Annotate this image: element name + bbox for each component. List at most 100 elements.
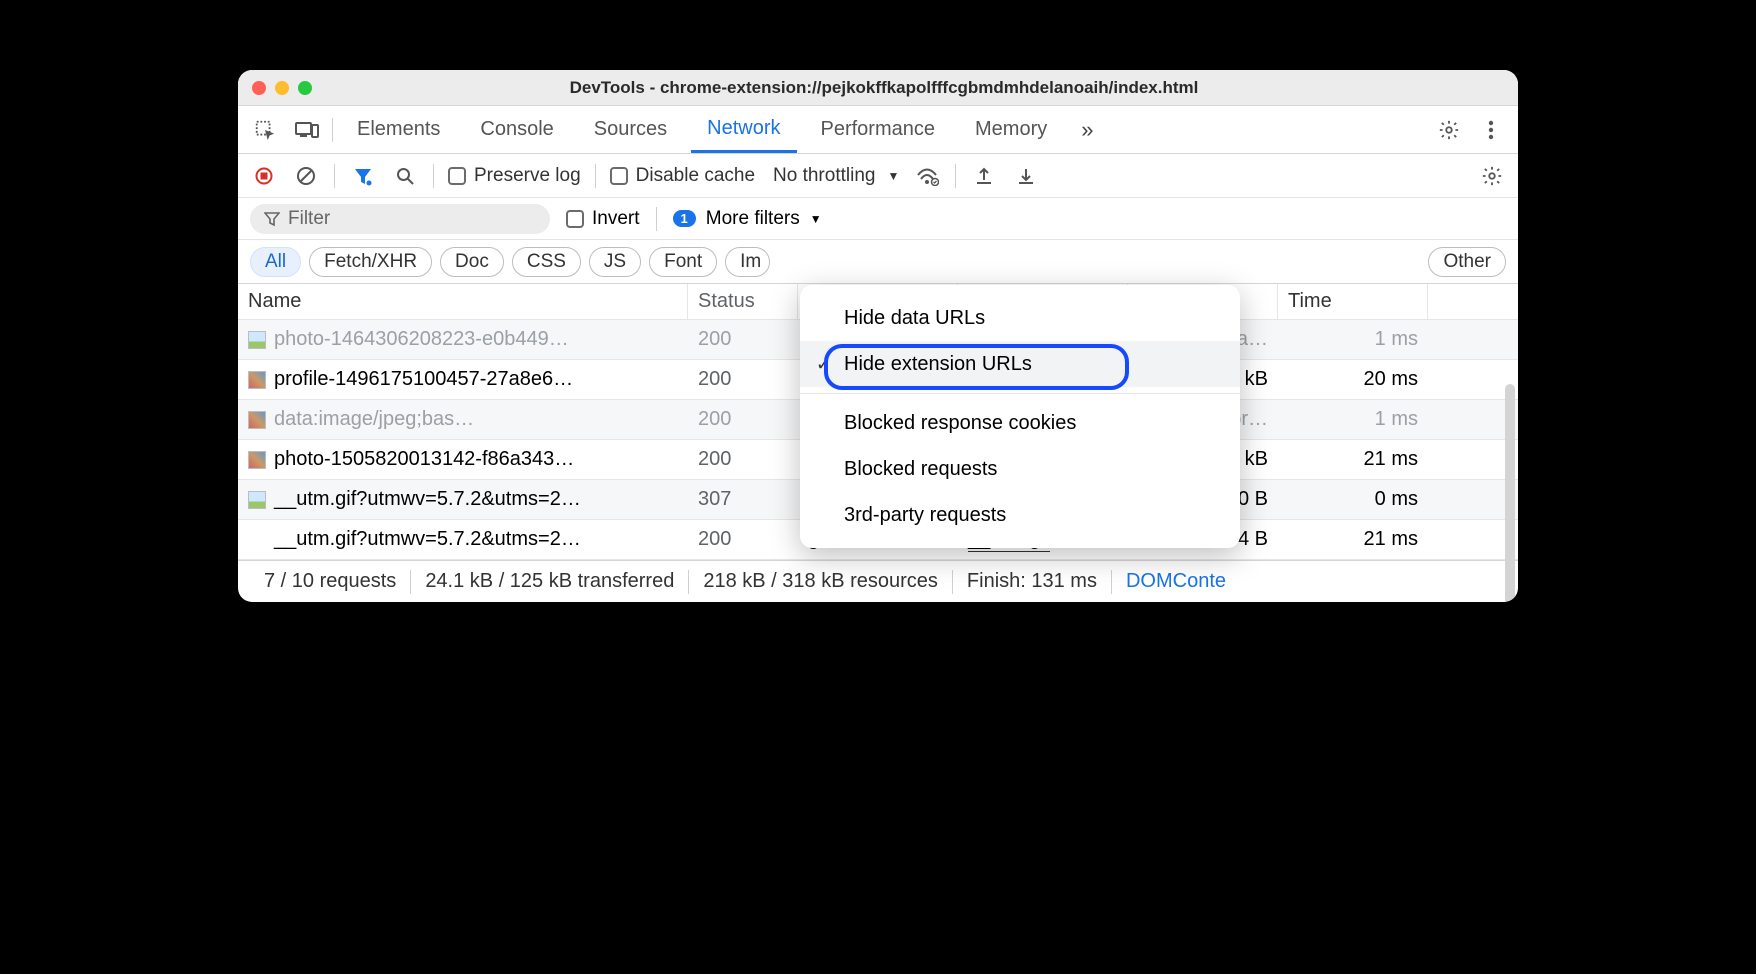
file-icon — [248, 331, 266, 349]
request-name: __utm.gif?utmwv=5.7.2&utms=2… — [274, 528, 581, 551]
more-filters-dropdown[interactable]: 1 More filters ▼ — [673, 208, 822, 230]
request-name: profile-1496175100457-27a8e6… — [274, 368, 573, 391]
search-icon[interactable] — [391, 162, 419, 190]
separator — [334, 164, 335, 188]
invert-checkbox[interactable]: Invert — [566, 208, 640, 230]
invert-label: Invert — [592, 208, 640, 230]
request-time: 21 ms — [1278, 520, 1428, 559]
chip-img[interactable]: Im — [725, 247, 770, 277]
traffic-lights — [252, 81, 312, 95]
request-name: photo-1505820013142-f86a343… — [274, 448, 574, 471]
more-filters-label: More filters — [706, 208, 800, 230]
separator — [595, 164, 596, 188]
zoom-window-button[interactable] — [298, 81, 312, 95]
request-name: data:image/jpeg;bas… — [274, 408, 474, 431]
request-status: 200 — [688, 520, 798, 559]
request-time: 0 ms — [1278, 480, 1428, 519]
network-conditions-icon[interactable] — [913, 162, 941, 190]
status-transferred: 24.1 kB / 125 kB transferred — [411, 570, 688, 593]
funnel-icon — [264, 211, 280, 227]
menu-item[interactable]: 3rd-party requests — [800, 492, 1240, 538]
file-icon — [248, 491, 266, 509]
throttling-select[interactable]: No throttling ▼ — [773, 165, 899, 187]
status-finish: Finish: 131 ms — [953, 570, 1111, 593]
chip-css[interactable]: CSS — [512, 247, 581, 277]
scrollbar[interactable] — [1505, 384, 1515, 602]
checkbox-icon — [448, 167, 466, 185]
request-time: 20 ms — [1278, 360, 1428, 399]
upload-har-icon[interactable] — [970, 162, 998, 190]
separator — [332, 118, 333, 142]
throttling-value: No throttling — [773, 165, 875, 187]
chip-js[interactable]: JS — [589, 247, 641, 277]
request-status: 200 — [688, 320, 798, 359]
menu-item[interactable]: Blocked response cookies — [800, 400, 1240, 446]
minimize-window-button[interactable] — [275, 81, 289, 95]
kebab-menu-icon[interactable] — [1474, 113, 1508, 147]
download-har-icon[interactable] — [1012, 162, 1040, 190]
inspect-icon[interactable] — [248, 113, 282, 147]
chevron-down-icon: ▼ — [810, 212, 822, 226]
more-filters-menu: Hide data URLsHide extension URLs Blocked… — [800, 285, 1240, 548]
separator — [955, 164, 956, 188]
panel-tabs: Elements Console Sources Network Perform… — [238, 106, 1518, 154]
status-bar: 7 / 10 requests 24.1 kB / 125 kB transfe… — [238, 560, 1518, 602]
request-time: 1 ms — [1278, 320, 1428, 359]
more-tabs-button[interactable]: » — [1071, 117, 1103, 143]
filter-row: Filter Invert 1 More filters ▼ — [238, 198, 1518, 240]
preserve-log-label: Preserve log — [474, 165, 581, 187]
checkbox-icon — [610, 167, 628, 185]
tab-performance[interactable]: Performance — [805, 106, 952, 153]
chip-other[interactable]: Other — [1428, 247, 1506, 277]
filter-placeholder: Filter — [288, 208, 330, 230]
chip-fetch-xhr[interactable]: Fetch/XHR — [309, 247, 432, 277]
tab-sources[interactable]: Sources — [578, 106, 683, 153]
window-title: DevTools - chrome-extension://pejkokffka… — [312, 78, 1456, 98]
record-button[interactable] — [250, 162, 278, 190]
file-icon — [248, 411, 266, 429]
checkbox-icon — [566, 210, 584, 228]
tab-network[interactable]: Network — [691, 106, 796, 153]
devtools-window: DevTools - chrome-extension://pejkokffka… — [238, 70, 1518, 602]
request-status: 200 — [688, 360, 798, 399]
col-time[interactable]: Time — [1278, 284, 1428, 319]
request-status: 200 — [688, 400, 798, 439]
settings-icon[interactable] — [1432, 113, 1466, 147]
chip-font[interactable]: Font — [649, 247, 717, 277]
col-status[interactable]: Status — [688, 284, 798, 319]
clear-button[interactable] — [292, 162, 320, 190]
file-icon — [248, 451, 266, 469]
tab-memory[interactable]: Memory — [959, 106, 1063, 153]
network-settings-icon[interactable] — [1478, 162, 1506, 190]
preserve-log-checkbox[interactable]: Preserve log — [448, 165, 581, 187]
filter-count-badge: 1 — [673, 210, 696, 227]
resource-type-filter: All Fetch/XHR Doc CSS JS Font Im Other — [238, 240, 1518, 284]
device-toolbar-icon[interactable] — [290, 113, 324, 147]
request-status: 307 — [688, 480, 798, 519]
close-window-button[interactable] — [252, 81, 266, 95]
separator — [656, 207, 657, 231]
separator — [433, 164, 434, 188]
status-requests: 7 / 10 requests — [250, 570, 410, 593]
chevron-down-icon: ▼ — [887, 169, 899, 183]
request-status: 200 — [688, 440, 798, 479]
menu-item[interactable]: Hide data URLs — [800, 295, 1240, 341]
tab-console[interactable]: Console — [464, 106, 569, 153]
menu-separator — [800, 393, 1240, 394]
titlebar: DevTools - chrome-extension://pejkokffka… — [238, 70, 1518, 106]
filter-input[interactable]: Filter — [250, 204, 550, 234]
tab-elements[interactable]: Elements — [341, 106, 456, 153]
request-name: photo-1464306208223-e0b449… — [274, 328, 569, 351]
filter-toggle-icon[interactable] — [349, 162, 377, 190]
menu-item[interactable]: Blocked requests — [800, 446, 1240, 492]
request-name: __utm.gif?utmwv=5.7.2&utms=2… — [274, 488, 581, 511]
menu-item[interactable]: Hide extension URLs — [800, 341, 1240, 387]
status-domcontent: DOMConte — [1112, 570, 1240, 593]
chip-doc[interactable]: Doc — [440, 247, 504, 277]
disable-cache-label: Disable cache — [636, 165, 755, 187]
col-name[interactable]: Name — [238, 284, 688, 319]
status-resources: 218 kB / 318 kB resources — [689, 570, 952, 593]
request-time: 1 ms — [1278, 400, 1428, 439]
chip-all[interactable]: All — [250, 247, 301, 277]
disable-cache-checkbox[interactable]: Disable cache — [610, 165, 755, 187]
